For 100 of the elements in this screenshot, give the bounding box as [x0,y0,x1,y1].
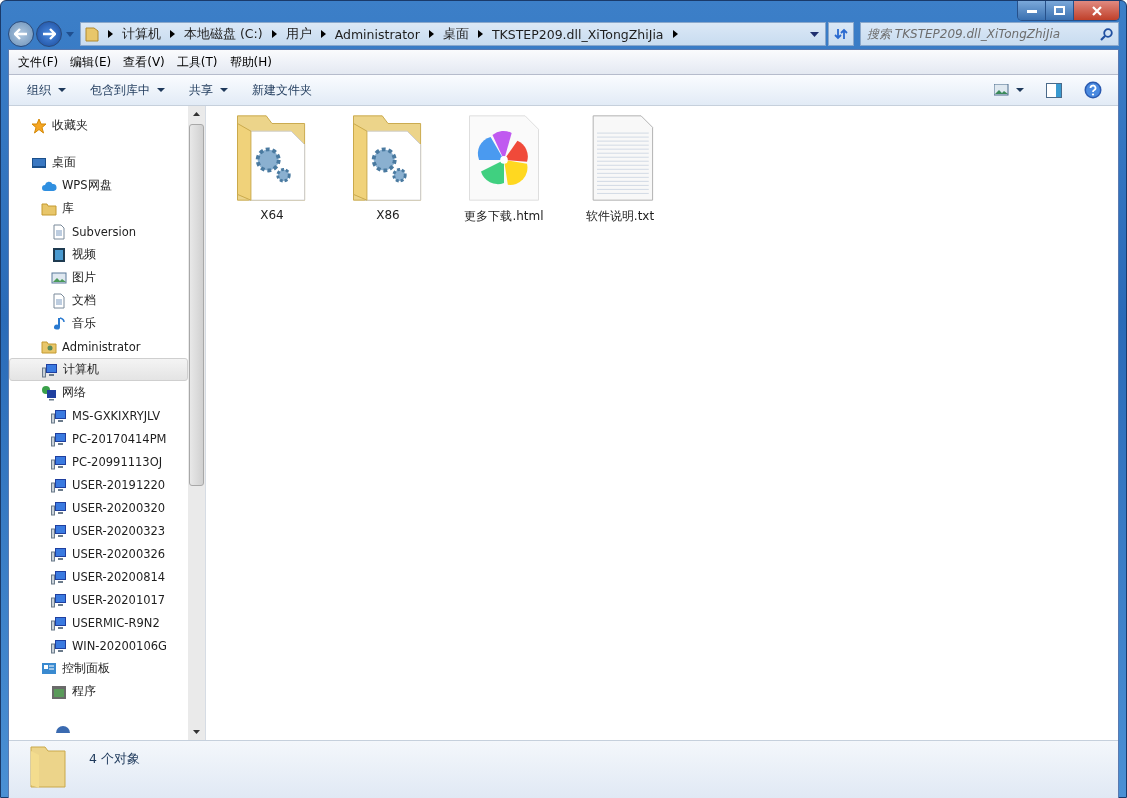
refresh-icon [834,28,848,40]
document-icon [51,223,67,240]
breadcrumb-item[interactable]: 用户 [285,25,312,43]
computer-icon [51,614,67,631]
user-folder-icon [41,338,57,355]
folder-icon [29,745,67,789]
nav-item[interactable]: 收藏夹 [9,114,188,137]
chevron-icon[interactable] [477,30,483,38]
chevron-icon[interactable] [170,30,175,38]
chevron-icon[interactable] [320,30,326,38]
toolbar-button[interactable]: 组织 [17,77,76,103]
chevron-icon[interactable] [108,30,113,38]
nav-item[interactable]: Subversion [9,220,188,243]
close-button[interactable] [1074,1,1119,20]
chevron-icon[interactable] [428,30,434,38]
maximize-icon [1054,6,1065,15]
dropdown-caret-icon[interactable] [810,31,819,37]
menu-item[interactable]: 查看(V) [123,53,165,71]
nav-item[interactable]: 程序 [9,680,188,703]
computer-icon [51,453,67,470]
nav-item[interactable]: 桌面 [9,151,188,174]
scroll-thumb[interactable] [189,124,204,486]
computer-icon [51,430,67,447]
nav-item[interactable]: 视频 [9,243,188,266]
arrow-right-icon [42,28,56,40]
nav-item[interactable]: USER-20201017 [9,588,188,611]
menu-item[interactable]: 工具(T) [176,53,218,71]
breadcrumb-item[interactable]: 桌面 [442,25,469,43]
nav-item[interactable]: Administrator [9,335,188,358]
nav-item[interactable]: PC-20170414PM [9,427,188,450]
computer-icon [42,361,58,378]
document-icon [51,292,67,309]
music-note-icon [51,315,67,332]
nav-item[interactable]: 音乐 [9,312,188,335]
breadcrumb-item[interactable]: Administrator [334,26,420,42]
nav-item[interactable]: WIN-20200106G [9,634,188,657]
folder-icon [85,26,99,42]
file-name: 更多下载.html [464,208,544,225]
menu-item[interactable]: 文件(F) [18,53,59,71]
star-icon [31,117,47,134]
nav-item[interactable]: USER-20200323 [9,519,188,542]
nav-item[interactable]: USER-20200326 [9,542,188,565]
nav-item[interactable]: MS-GXKIXRYJLV [9,404,188,427]
nav-item[interactable]: PC-20991113OJ [9,450,188,473]
nav-item[interactable]: 文档 [9,289,188,312]
nav-item[interactable]: USER-20200814 [9,565,188,588]
nav-item[interactable]: 图片 [9,266,188,289]
forward-button[interactable] [36,21,62,47]
control-panel-icon [41,660,57,677]
computer-icon [51,568,67,585]
toolbar-button[interactable]: 新建文件夹 [242,77,322,103]
computer-icon [51,522,67,539]
file-item[interactable]: X64 [224,112,320,222]
file-item[interactable]: X86 [340,112,436,222]
computer-icon [51,545,67,562]
toolbar-button[interactable]: 共享 [179,77,238,103]
file-name: X86 [376,208,400,222]
maximize-button[interactable] [1046,1,1074,20]
picture-icon [51,269,67,286]
folder-icon [41,200,57,217]
nav-item[interactable]: USERMIC-R9N2 [9,611,188,634]
minimize-button[interactable] [1018,1,1046,20]
search-field[interactable]: 搜索 TKSTEP209.dll_XiTongZhiJia [860,22,1119,46]
scrollbar[interactable] [188,106,205,740]
program-icon [51,683,67,700]
toolbar-button[interactable]: 包含到库中 [80,77,175,103]
breadcrumb-item[interactable]: 计算机 [122,25,161,43]
address-bar[interactable]: 计算机 本地磁盘 (C:) 用户 Administrator 桌面 TKSTEP209.dll_XiTongZhiJia [80,22,826,46]
nav-item[interactable]: 网络 [9,381,188,404]
breadcrumb-item[interactable]: 本地磁盘 (C:) [184,25,263,43]
computer-icon [51,637,67,654]
menu-item[interactable]: 帮助(H) [229,53,272,71]
refresh-button[interactable] [828,22,854,46]
breadcrumb-item[interactable]: TKSTEP209.dll_XiTongZhiJia [491,26,664,42]
nav-item[interactable]: 计算机 [9,358,188,381]
computer-icon [51,407,67,424]
computer-icon [51,591,67,608]
nav-item[interactable]: USER-20191220 [9,473,188,496]
file-name: X64 [260,208,284,222]
file-item[interactable]: 更多下载.html [456,112,552,225]
minimize-icon [1026,8,1037,13]
file-name: 软件说明.txt [585,208,655,225]
arrow-left-icon [14,28,28,40]
network-icon [41,384,57,401]
computer-icon [51,499,67,516]
nav-item[interactable]: USER-20200320 [9,496,188,519]
chevron-icon[interactable] [271,30,277,38]
chevron-icon[interactable] [672,30,678,38]
file-item[interactable]: 软件说明.txt [572,112,668,225]
scroll-down-icon[interactable] [193,730,200,734]
nav-item[interactable]: 库 [9,197,188,220]
nav-item[interactable]: 控制面板 [9,657,188,680]
computer-icon [51,476,67,493]
nav-item[interactable]: WPS网盘 [9,174,188,197]
menu-item[interactable]: 编辑(E) [70,53,112,71]
item-count: 4 个对象 [89,751,140,768]
scroll-up-icon[interactable] [193,112,200,116]
close-icon [1091,5,1102,16]
back-button[interactable] [8,21,34,47]
search-icon [1100,27,1113,41]
